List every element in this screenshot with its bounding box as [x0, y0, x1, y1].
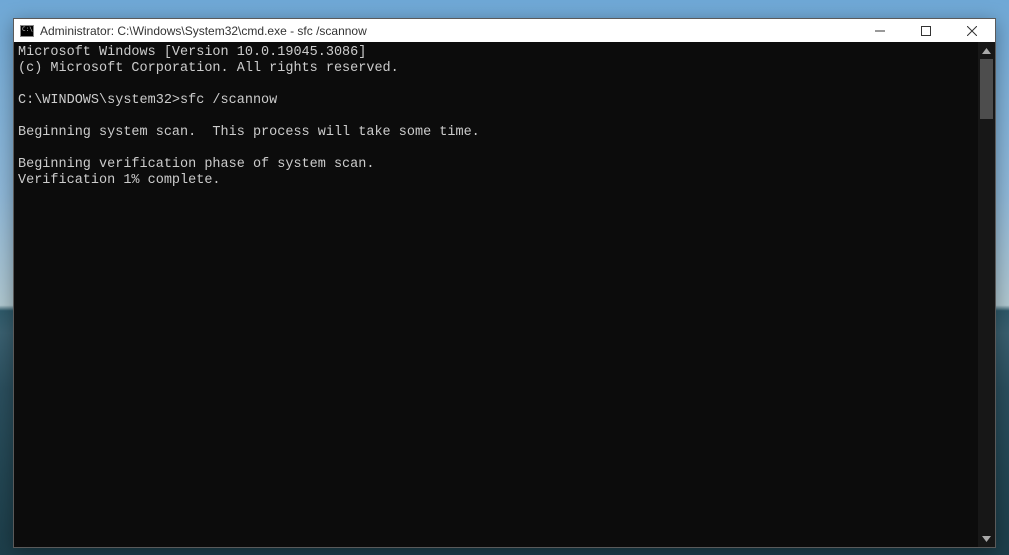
terminal-area: Microsoft Windows [Version 10.0.19045.30…	[14, 42, 995, 547]
cmd-window: Administrator: C:\Windows\System32\cmd.e…	[13, 18, 996, 548]
scroll-down-button[interactable]	[978, 530, 995, 547]
close-button[interactable]	[949, 19, 995, 42]
desktop-background: Administrator: C:\Windows\System32\cmd.e…	[0, 0, 1009, 555]
chevron-down-icon	[982, 536, 991, 542]
close-icon	[967, 26, 977, 36]
scrollbar-thumb[interactable]	[980, 59, 993, 119]
scroll-up-button[interactable]	[978, 42, 995, 59]
cmd-icon	[20, 25, 34, 37]
minimize-button[interactable]	[857, 19, 903, 42]
window-title: Administrator: C:\Windows\System32\cmd.e…	[40, 24, 995, 38]
chevron-up-icon	[982, 48, 991, 54]
scrollbar-vertical[interactable]	[978, 42, 995, 547]
window-controls	[857, 19, 995, 42]
titlebar[interactable]: Administrator: C:\Windows\System32\cmd.e…	[14, 19, 995, 42]
maximize-icon	[921, 26, 931, 36]
scrollbar-track[interactable]	[978, 59, 995, 530]
terminal-output[interactable]: Microsoft Windows [Version 10.0.19045.30…	[14, 42, 978, 547]
maximize-button[interactable]	[903, 19, 949, 42]
minimize-icon	[875, 26, 885, 36]
